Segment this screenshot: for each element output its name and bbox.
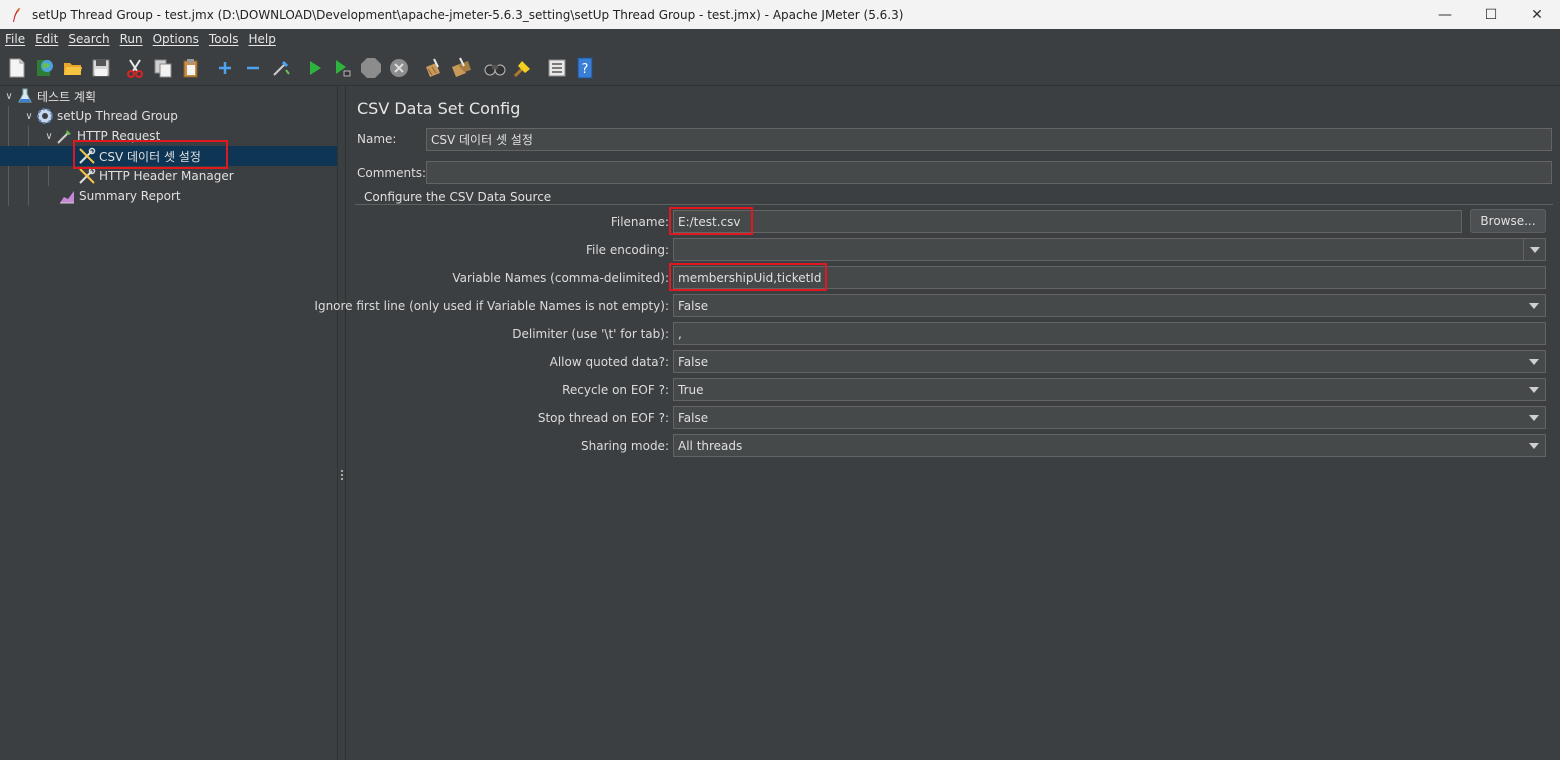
toolbar: ?	[0, 50, 1560, 86]
menu-search[interactable]: Search	[63, 29, 114, 50]
menu-tools[interactable]: Tools	[204, 29, 244, 50]
tree-item-http-header-manager[interactable]: HTTP Header Manager	[78, 166, 234, 186]
paste-icon[interactable]	[179, 56, 203, 80]
filename-label: Filename:	[610, 215, 669, 229]
test-plan-icon	[16, 87, 34, 105]
group-title: Configure the CSV Data Source	[361, 190, 555, 204]
stop-thread-eof-value: False	[678, 410, 709, 425]
chevron-down-icon[interactable]	[1523, 435, 1545, 456]
start-icon[interactable]	[303, 56, 327, 80]
search-icon[interactable]	[483, 56, 507, 80]
templates-icon[interactable]	[33, 56, 57, 80]
help-icon[interactable]: ?	[573, 56, 597, 80]
config-wrench-icon	[78, 167, 96, 185]
thread-group-gear-icon	[36, 107, 54, 125]
sampler-pipette-icon	[56, 127, 74, 145]
maximize-button[interactable]: ☐	[1468, 0, 1514, 29]
comments-label: Comments:	[357, 166, 427, 180]
sharing-mode-value: All threads	[678, 438, 743, 453]
file-encoding-label: File encoding:	[585, 243, 669, 257]
comments-field[interactable]	[426, 161, 1552, 184]
ignore-first-line-combo[interactable]: False	[673, 294, 1546, 317]
test-plan-tree: ∨ 테스트 계획 ∨ setUp Thread Group ∨ HTTP Req…	[0, 86, 337, 760]
menu-help[interactable]: Help	[243, 29, 280, 50]
tree-item-label: 테스트 계획	[37, 89, 97, 104]
reset-search-icon[interactable]	[511, 56, 535, 80]
tree-item-setup-thread-group[interactable]: ∨ setUp Thread Group	[22, 106, 178, 126]
menu-edit[interactable]: Edit	[30, 29, 63, 50]
variable-names-label: Variable Names (comma-delimited):	[452, 271, 669, 285]
chevron-down-icon[interactable]: ∨	[42, 129, 56, 143]
allow-quoted-combo[interactable]: False	[673, 350, 1546, 373]
window-controls: — ☐ ✕	[1422, 0, 1560, 29]
toggle-icon[interactable]	[269, 56, 293, 80]
stop-thread-eof-combo[interactable]: False	[673, 406, 1546, 429]
shutdown-icon[interactable]	[387, 56, 411, 80]
sharing-mode-combo[interactable]: All threads	[673, 434, 1546, 457]
ignore-first-line-label: Ignore first line (only used if Variable…	[314, 299, 669, 313]
tree-item-label: HTTP Header Manager	[99, 169, 234, 183]
minimize-button[interactable]: —	[1422, 0, 1468, 29]
delimiter-input[interactable]: ,	[673, 322, 1546, 345]
chevron-down-icon[interactable]: ∨	[22, 109, 36, 123]
name-field[interactable]: CSV 데이터 셋 설정	[426, 128, 1552, 151]
chevron-down-icon[interactable]	[1523, 379, 1545, 400]
page-title: CSV Data Set Config	[357, 99, 521, 118]
stop-thread-eof-label: Stop thread on EOF ?:	[537, 411, 669, 425]
group-divider	[355, 204, 1553, 205]
ignore-first-line-value: False	[678, 298, 709, 313]
tree-item-label: Summary Report	[79, 189, 181, 203]
browse-button[interactable]: Browse...	[1470, 209, 1546, 233]
csv-data-set-config-panel: CSV Data Set Config Name: CSV 데이터 셋 설정 C…	[314, 86, 1560, 760]
cut-icon[interactable]	[123, 56, 147, 80]
recycle-eof-label: Recycle on EOF ?:	[562, 383, 669, 397]
menu-run[interactable]: Run	[115, 29, 148, 50]
stop-icon[interactable]	[359, 56, 383, 80]
clear-all-icon[interactable]	[449, 56, 473, 80]
tree-item-label: setUp Thread Group	[57, 109, 178, 123]
recycle-eof-combo[interactable]: True	[673, 378, 1546, 401]
window-title: setUp Thread Group - test.jmx (D:\DOWNLO…	[32, 7, 904, 22]
start-no-pause-icon[interactable]	[331, 56, 355, 80]
copy-icon[interactable]	[151, 56, 175, 80]
expand-icon[interactable]	[213, 56, 237, 80]
clear-icon[interactable]	[421, 56, 445, 80]
collapse-icon[interactable]	[241, 56, 265, 80]
sharing-mode-label: Sharing mode:	[581, 439, 669, 453]
chevron-down-icon[interactable]	[1523, 351, 1545, 372]
close-button[interactable]: ✕	[1514, 0, 1560, 29]
highlight-box	[73, 140, 228, 169]
tree-item-summary-report[interactable]: Summary Report	[58, 186, 181, 206]
allow-quoted-value: False	[678, 354, 709, 369]
highlight-box	[669, 207, 753, 235]
menu-bar: File Edit Search Run Options Tools Help	[0, 29, 1560, 50]
function-helper-icon[interactable]	[545, 56, 569, 80]
save-icon[interactable]	[89, 56, 113, 80]
menu-options[interactable]: Options	[148, 29, 204, 50]
new-icon[interactable]	[5, 56, 29, 80]
allow-quoted-label: Allow quoted data?:	[549, 355, 669, 369]
chevron-down-icon[interactable]	[1523, 407, 1545, 428]
filename-input[interactable]: E:/test.csv	[673, 210, 1462, 233]
chevron-down-icon[interactable]	[1523, 239, 1545, 260]
highlight-box	[669, 263, 827, 291]
recycle-eof-value: True	[678, 382, 704, 397]
chevron-down-icon[interactable]	[1523, 295, 1545, 316]
name-label: Name:	[357, 132, 397, 146]
listener-chart-icon	[58, 187, 76, 205]
panel-splitter[interactable]	[337, 86, 346, 760]
file-encoding-combo[interactable]	[673, 238, 1546, 261]
delimiter-label: Delimiter (use '\t' for tab):	[512, 327, 669, 341]
open-icon[interactable]	[61, 56, 85, 80]
menu-file[interactable]: File	[0, 29, 30, 50]
title-bar: setUp Thread Group - test.jmx (D:\DOWNLO…	[0, 0, 1560, 29]
chevron-down-icon[interactable]: ∨	[2, 89, 16, 103]
svg-text:?: ?	[582, 62, 589, 77]
tree-item-test-plan[interactable]: ∨ 테스트 계획	[2, 86, 96, 106]
jmeter-feather-icon	[10, 7, 22, 23]
